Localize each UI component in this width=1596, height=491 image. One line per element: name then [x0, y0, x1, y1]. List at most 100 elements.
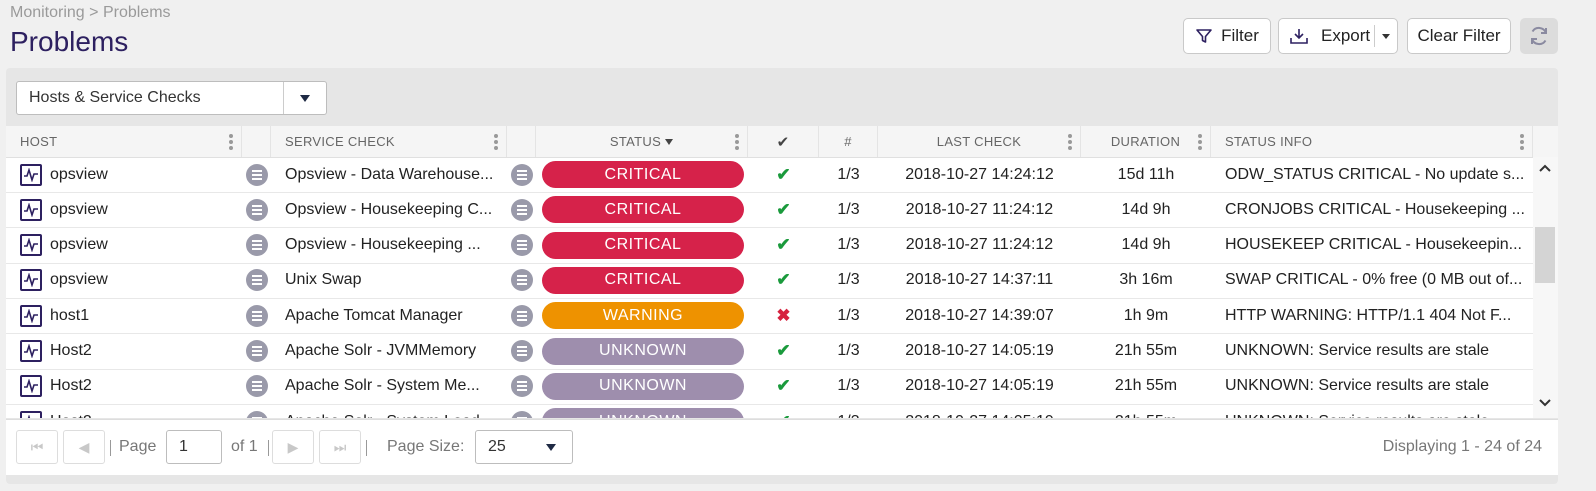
next-page-button[interactable]: ▶ — [272, 430, 314, 464]
first-page-button[interactable]: ⏮ — [16, 430, 58, 464]
host-menu-button[interactable] — [244, 228, 270, 263]
service-menu-button[interactable] — [509, 263, 535, 298]
last-check-cell: 2018-10-27 14:05:19 — [905, 342, 1054, 359]
table-row[interactable]: opsview Opsview - Housekeeping C... CRITIC… — [6, 192, 1533, 229]
column-header-last-check[interactable]: LAST CHECK — [878, 126, 1081, 157]
column-header-service[interactable]: SERVICE CHECK — [271, 126, 507, 157]
table-row[interactable]: Host2 Apache Solr - System Me... UNKNOWN ✔ 1… — [6, 369, 1533, 405]
service-cell[interactable]: Apache Solr - System Load — [285, 404, 499, 418]
host-menu-button[interactable] — [244, 192, 270, 227]
host-graph-icon[interactable] — [20, 304, 42, 327]
service-cell[interactable]: Apache Solr - JVMMemory — [285, 334, 499, 369]
check-icon: ✔ — [776, 341, 791, 360]
column-header-ack[interactable]: ✔ — [748, 126, 819, 157]
chevron-up-icon[interactable] — [1538, 163, 1552, 173]
host-graph-icon[interactable] — [20, 410, 42, 418]
service-menu-button[interactable] — [509, 334, 535, 369]
check-icon: ✔ — [776, 270, 791, 290]
host-cell[interactable]: opsview — [20, 192, 240, 227]
last-check-cell: 2018-10-27 14:39:07 — [905, 306, 1054, 324]
host-cell[interactable]: Host2 — [20, 334, 240, 369]
column-header-host[interactable]: HOST — [6, 126, 242, 157]
host-graph-icon[interactable] — [20, 340, 42, 362]
host-name: Host2 — [50, 413, 92, 418]
host-cell[interactable]: opsview — [20, 263, 240, 298]
column-menu-icon[interactable] — [735, 134, 739, 150]
ack-cell: ✔ — [748, 263, 819, 298]
export-dropdown-toggle[interactable] — [1374, 25, 1397, 47]
host-name: opsview — [50, 271, 108, 289]
page-size-select[interactable]: 25 — [475, 430, 573, 464]
host-graph-icon[interactable] — [20, 269, 42, 292]
host-menu-button[interactable] — [244, 334, 270, 369]
status-cell: CRITICAL — [541, 263, 745, 298]
service-menu-button[interactable] — [509, 298, 535, 333]
host-cell[interactable]: opsview — [20, 228, 240, 263]
table-row[interactable]: opsview Opsview - Data Warehouse... CRITIC… — [6, 157, 1533, 193]
column-menu-icon[interactable] — [494, 134, 498, 150]
column-menu-icon[interactable] — [1198, 134, 1202, 150]
status-badge: CRITICAL — [542, 231, 744, 259]
service-cell[interactable]: Opsview - Housekeeping C... — [285, 192, 499, 227]
host-menu-button[interactable] — [244, 369, 270, 404]
page-number-input[interactable]: 1 — [166, 430, 222, 464]
menu-icon — [511, 304, 533, 327]
table-row[interactable]: host1 Apache Tomcat Manager WARNING ✖ 1/3 201… — [6, 298, 1533, 335]
host-graph-icon[interactable] — [20, 198, 42, 221]
column-menu-icon[interactable] — [229, 134, 233, 150]
last-page-icon: ⏭ — [333, 438, 347, 455]
host-menu-button[interactable] — [244, 263, 270, 298]
service-menu-button[interactable] — [509, 157, 535, 192]
service-cell[interactable]: Unix Swap — [285, 263, 499, 298]
last-page-button[interactable]: ⏭ — [319, 430, 361, 464]
table-row[interactable]: opsview Unix Swap CRITICAL ✔ 1/3 2018-10-27 1… — [6, 263, 1533, 299]
column-header-status-info[interactable]: STATUS INFO — [1211, 126, 1533, 157]
host-cell[interactable]: Host2 — [20, 404, 240, 418]
menu-icon — [246, 269, 268, 292]
cross-icon: ✖ — [776, 305, 791, 325]
column-menu-icon[interactable] — [1068, 134, 1072, 150]
host-graph-icon[interactable] — [20, 234, 42, 257]
host-menu-button[interactable] — [244, 157, 270, 192]
host-graph-icon[interactable] — [20, 163, 42, 186]
service-menu-button[interactable] — [509, 192, 535, 227]
host-cell[interactable]: host1 — [20, 298, 240, 333]
column-header-duration[interactable]: DURATION — [1081, 126, 1211, 157]
grid-vertical-scrollbar[interactable] — [1533, 157, 1558, 418]
refresh-button[interactable] — [1520, 18, 1558, 54]
filter-button[interactable]: Filter — [1183, 18, 1271, 54]
view-select-toggle[interactable] — [283, 82, 326, 114]
host-menu-button[interactable] — [244, 404, 270, 418]
table-row[interactable]: Host2 Apache Solr - JVMMemory UNKNOWN ✔ 1/3 2… — [6, 334, 1533, 370]
column-header-status[interactable]: STATUS — [536, 126, 748, 157]
table-row[interactable]: opsview Opsview - Housekeeping ... CRITICA… — [6, 228, 1533, 264]
service-menu-button[interactable] — [509, 404, 535, 418]
host-cell[interactable]: Host2 — [20, 369, 240, 404]
service-menu-button[interactable] — [509, 369, 535, 404]
table-row[interactable]: Host2 Apache Solr - System Load UNKNOWN ✔ 1/… — [6, 404, 1533, 418]
service-cell[interactable]: Opsview - Housekeeping ... — [285, 228, 499, 263]
column-header-attempt[interactable]: # — [819, 126, 878, 157]
export-button[interactable]: Export — [1278, 18, 1398, 54]
menu-icon — [246, 163, 268, 186]
service-cell[interactable]: Apache Solr - System Me... — [285, 369, 499, 404]
attempt-cell: 1/3 — [837, 200, 860, 218]
host-graph-icon[interactable] — [20, 375, 42, 398]
scrollbar-thumb[interactable] — [1535, 227, 1555, 283]
column-menu-icon[interactable] — [1520, 134, 1524, 150]
filter-label: Filter — [1221, 26, 1259, 45]
status-info-cell: SWAP CRITICAL - 0% free (0 MB out of... — [1225, 271, 1523, 289]
view-select[interactable]: Hosts & Service Checks — [16, 81, 327, 115]
service-cell[interactable]: Opsview - Data Warehouse... — [285, 157, 499, 192]
host-cell[interactable]: opsview — [20, 157, 240, 192]
service-cell[interactable]: Apache Tomcat Manager — [285, 298, 499, 333]
clear-filter-button[interactable]: Clear Filter — [1407, 18, 1511, 54]
breadcrumb[interactable]: Monitoring > Problems — [10, 4, 171, 22]
host-menu-button[interactable] — [244, 298, 270, 333]
chevron-down-icon[interactable] — [1538, 398, 1552, 408]
service-menu-button[interactable] — [509, 228, 535, 263]
menu-icon — [246, 340, 268, 362]
export-label: Export — [1321, 26, 1371, 45]
prev-page-button[interactable]: ◀ — [63, 430, 105, 464]
status-cell: CRITICAL — [541, 157, 745, 192]
